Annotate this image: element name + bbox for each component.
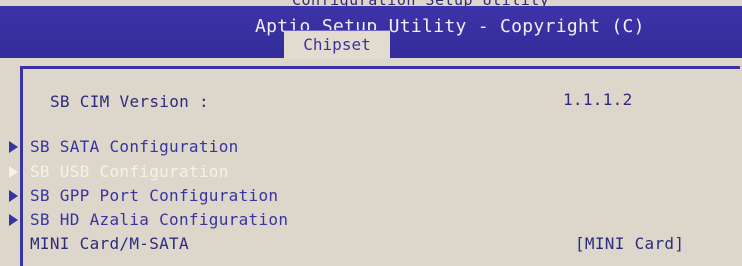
menu-item-sb-sata[interactable]: SB SATA Configuration <box>30 137 239 156</box>
submenu-arrow-icon <box>9 141 18 153</box>
bios-screen: Configuration Setup Utility Aptio Setup … <box>0 0 742 266</box>
submenu-arrow-icon <box>9 190 18 202</box>
menu-item-sb-hd-azalia[interactable]: SB HD Azalia Configuration <box>30 210 288 229</box>
menu-item-sb-usb[interactable]: SB USB Configuration <box>30 162 229 181</box>
menu-item-sb-gpp-port[interactable]: SB GPP Port Configuration <box>30 186 278 205</box>
sb-cim-version-label: SB CIM Version : <box>50 92 209 111</box>
submenu-arrow-icon <box>9 166 18 178</box>
tab-chipset[interactable]: Chipset <box>284 30 390 59</box>
mini-card-msata-label: MINI Card/M-SATA <box>30 234 189 253</box>
submenu-arrow-icon <box>9 214 18 226</box>
mini-card-msata-value[interactable]: [MINI Card] <box>575 234 684 253</box>
sb-cim-version-value: 1.1.1.2 <box>563 90 633 109</box>
